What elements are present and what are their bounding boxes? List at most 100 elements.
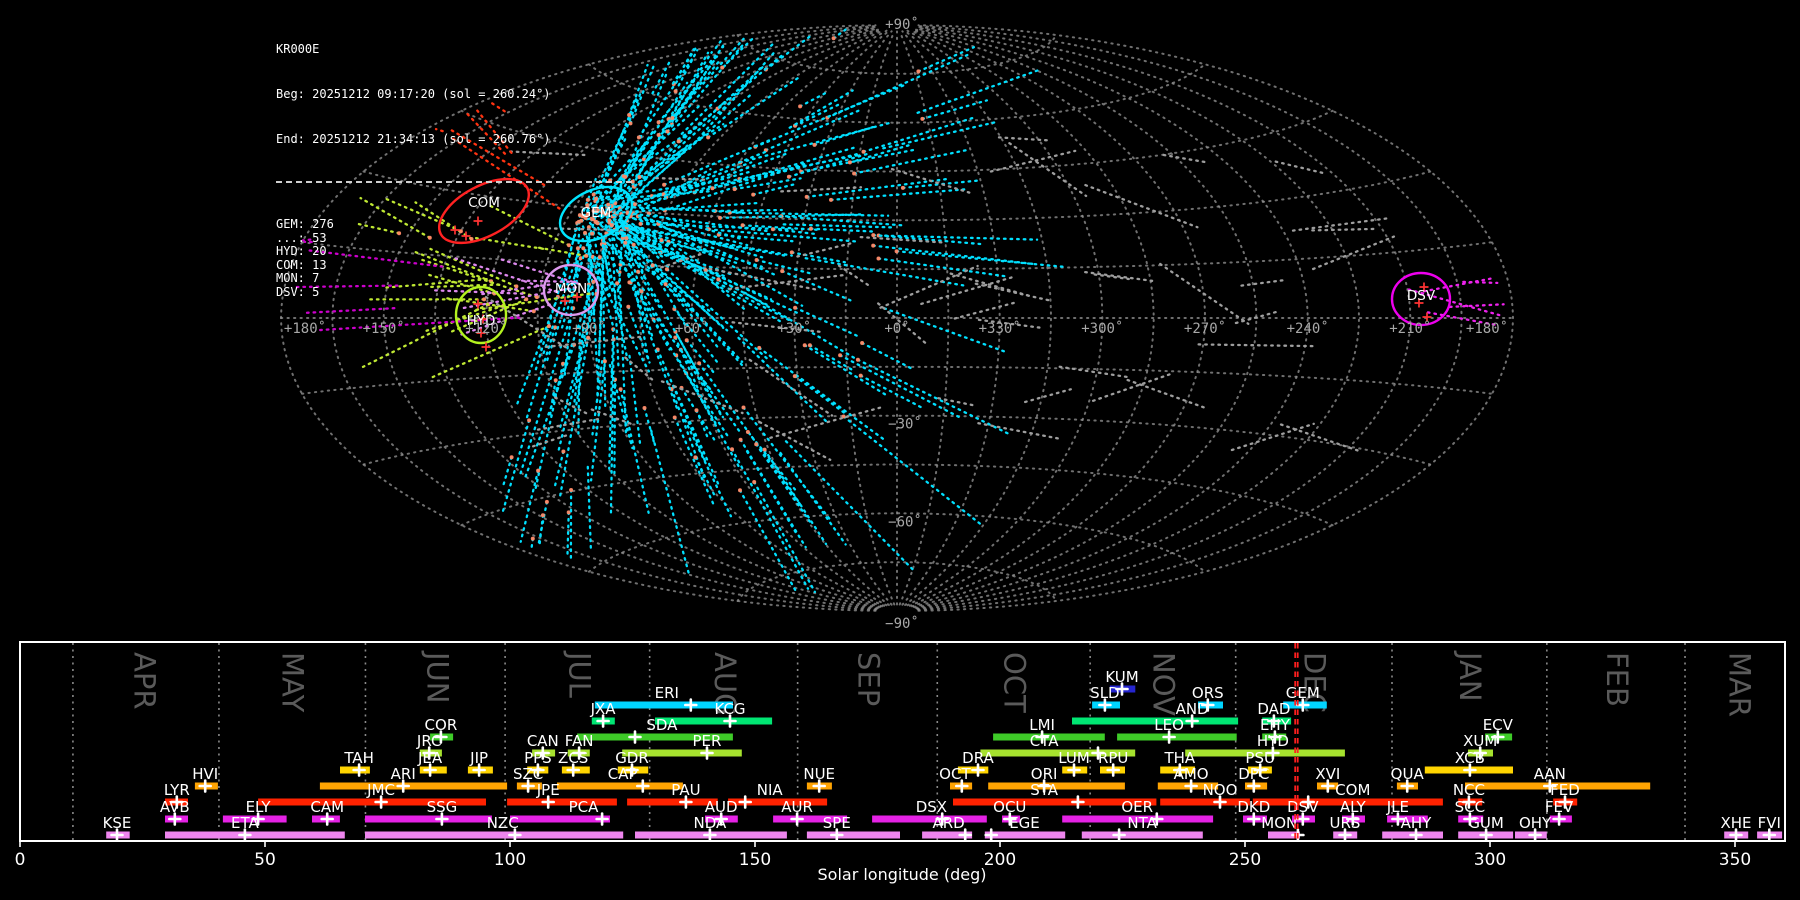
meteor-trail-gem-fan: [613, 378, 617, 475]
shower-code-label-EGE: EGE: [1009, 814, 1040, 832]
trail-begin-dot: [802, 343, 807, 348]
meteor-trail-sporadic-gray: [1084, 270, 1154, 282]
trail-begin-dot: [754, 258, 759, 262]
meteor-trail-gem-fan: [793, 374, 846, 414]
meteor-trail-gem-fan: [872, 233, 986, 246]
meteor-trail-sporadic-gray: [554, 396, 592, 417]
meteor-trail-gem-fan: [673, 416, 716, 508]
shower-count-list: GEM: 276...: 53 HYD: 20 COM: 13 MON: 7 DSV: …: [276, 217, 632, 299]
trail-begin-dot: [527, 418, 532, 423]
count-line: DSV: 5: [276, 284, 320, 299]
month-label-jun: JUN: [421, 650, 455, 703]
trail-begin-dot: [636, 135, 641, 140]
shower-code-label-GEM: GEM: [1286, 684, 1320, 702]
shower-code-label-NTA: NTA: [1127, 814, 1157, 832]
trail-begin-dot: [720, 65, 725, 70]
trail-begin-dot: [684, 338, 689, 343]
shower-code-label-JEA: JEA: [417, 749, 443, 767]
shower-code-label-JIP: JIP: [469, 749, 488, 767]
peak-marker-STA: [1071, 795, 1085, 809]
trail-begin-dot: [718, 215, 722, 220]
meteor-trail-gem-fan: [707, 228, 857, 243]
meteor-trail-gem-fan: [674, 336, 699, 389]
x-axis-tick-label: 350: [1719, 850, 1751, 870]
count-line: GEM: 276: [276, 217, 334, 231]
trail-begin-dot: [530, 536, 535, 541]
map-shower-label-DSV: DSV: [1407, 288, 1436, 304]
meteor-trail-gem-fan: [718, 213, 863, 220]
shower-code-label-LYR: LYR: [164, 781, 190, 799]
meteor-trail-gem-fan: [730, 448, 810, 590]
trail-begin-dot: [693, 455, 698, 460]
shower-code-label-XUM: XUM: [1463, 732, 1497, 750]
shower-code-label-LUM: LUM: [1058, 749, 1090, 767]
meteor-trail-gem-fan: [670, 387, 707, 482]
trail-begin-dot: [656, 120, 661, 125]
trail-begin-dot: [738, 488, 742, 493]
trail-begin-dot: [847, 160, 852, 165]
meteor-radiant-screen: COM GEM MON HYD DSV +180˚ +150˚ +120˚ +90˚ +60˚ +3…: [0, 0, 1800, 900]
trail-begin-dot: [831, 36, 836, 41]
trail-begin-dot: [871, 233, 876, 238]
shower-code-label-ARD: ARD: [932, 814, 964, 832]
trail-begin-dot: [793, 305, 798, 310]
trail-begin-dot: [860, 341, 865, 345]
shower-code-label-RPU: RPU: [1098, 749, 1128, 767]
trail-begin-dot: [894, 249, 899, 254]
trail-begin-dot: [638, 221, 643, 226]
map-longitude-label: +330˚: [979, 320, 1021, 337]
meteor-trail-gem-fan: [842, 415, 983, 526]
map-latitude-label: −30˚: [888, 416, 922, 433]
map-longitude-label: +0˚: [884, 320, 909, 337]
meteor-trail-gem-fan: [683, 418, 733, 518]
trail-begin-dot: [858, 373, 863, 378]
x-axis-title: Solar longitude (deg): [818, 865, 987, 884]
meteor-trail-gem-fan: [856, 358, 1011, 436]
trail-begin-dot: [738, 437, 743, 442]
shower-code-label-NUE: NUE: [803, 765, 835, 783]
trail-begin-dot: [664, 267, 669, 272]
map-latitude-label: +90˚: [885, 16, 919, 33]
meteor-trail-sporadic-gray: [977, 422, 1063, 441]
shower-code-label-FED: FED: [1550, 781, 1580, 799]
shower-code-label-SLD: SLD: [1090, 684, 1119, 702]
shower-code-label-AVB: AVB: [160, 798, 190, 816]
shower-code-label-FVI: FVI: [1758, 814, 1781, 832]
trail-begin-dot: [618, 387, 623, 392]
trail-begin-dot: [812, 142, 817, 147]
shower-code-label-SPE: SPE: [823, 814, 851, 832]
shower-code-label-URS: URS: [1330, 814, 1361, 832]
meteor-trail-sporadic-gray: [937, 397, 974, 407]
shower-code-label-DPC: DPC: [1238, 765, 1269, 783]
shower-code-label-QUA: QUA: [1391, 765, 1425, 783]
month-label-mar: MAR: [1722, 652, 1756, 717]
meteor-trail-gem-fan: [803, 344, 887, 396]
shower-code-label-CAP: CAP: [608, 765, 638, 783]
shower-code-label-XCB: XCB: [1455, 749, 1485, 767]
trail-begin-dot: [642, 406, 647, 410]
trail-begin-dot: [716, 277, 721, 282]
shower-code-label-CTA: CTA: [1030, 732, 1059, 750]
map-latitude-label: −60˚: [888, 513, 922, 530]
trail-begin-dot: [855, 357, 860, 362]
trail-begin-dot: [730, 447, 734, 452]
x-axis-tick-label: 300: [1474, 850, 1506, 870]
meteor-trail-sporadic-gray: [545, 335, 644, 349]
separator-line: [276, 181, 632, 183]
month-label-may: MAY: [275, 652, 309, 713]
shower-code-label-MON: MON: [1261, 814, 1297, 832]
meteor-trail-gem-fan: [860, 341, 913, 370]
trail-begin-dot: [659, 238, 664, 243]
shower-code-label-KSE: KSE: [103, 814, 132, 832]
meteor-trail-gem-fan: [813, 125, 877, 147]
meteor-trail-gem-fan: [782, 223, 895, 229]
trail-begin-dot: [920, 116, 925, 121]
meteor-trail-sporadic-gray: [1091, 371, 1175, 402]
shower-code-label-SSG: SSG: [427, 798, 458, 816]
station-id: KR000E: [276, 42, 320, 56]
shower-code-label-ERI: ERI: [655, 684, 679, 702]
shower-code-label-XHE: XHE: [1720, 814, 1751, 832]
trail-begin-dot: [561, 449, 566, 454]
meteor-trail-sporadic-gray: [796, 242, 852, 258]
trail-begin-dot: [780, 269, 785, 274]
